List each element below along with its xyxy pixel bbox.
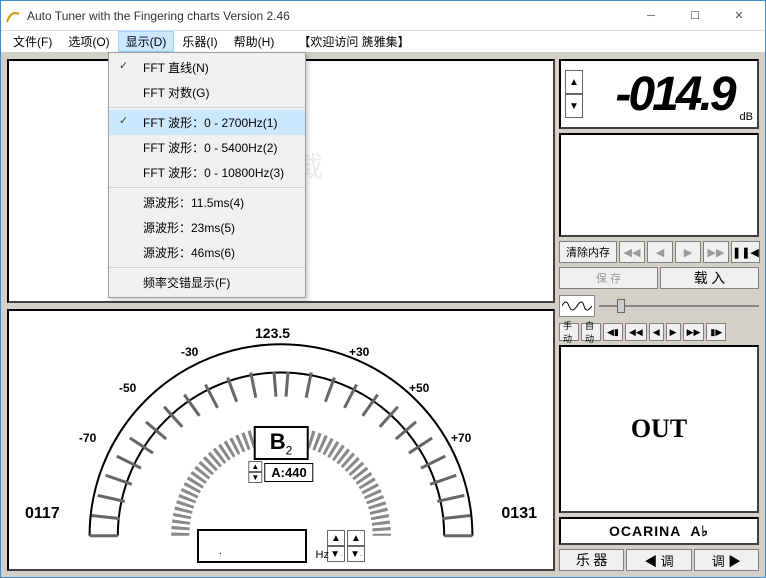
gauge-top-value: 123.5 bbox=[255, 325, 290, 341]
menu-instrument[interactable]: 乐器(I) bbox=[174, 31, 225, 52]
dd-fft-wave-2[interactable]: FFT 波形：0 - 5400Hz(2) bbox=[109, 135, 305, 160]
output-display: OUT bbox=[559, 345, 759, 513]
pause-back-button[interactable]: ❚❚◀ bbox=[731, 241, 760, 263]
check-icon: ✓ bbox=[119, 59, 128, 72]
dd-freq-cross[interactable]: 频率交错显示(F) bbox=[109, 270, 305, 295]
menu-help[interactable]: 帮助(H) bbox=[226, 31, 283, 52]
waveform-icon bbox=[559, 295, 595, 317]
skip-fwd-button[interactable]: ▮▶ bbox=[706, 323, 726, 341]
gauge-minus-50: -50 bbox=[119, 381, 136, 395]
tune-right-button[interactable]: 调 ▶ bbox=[694, 549, 759, 571]
hz-up-2[interactable]: ▲ bbox=[347, 530, 365, 546]
a-ref-up[interactable]: ▲ bbox=[248, 461, 262, 472]
gauge-right-freq: 0131 bbox=[501, 505, 537, 523]
hz-down-1[interactable]: ▼. bbox=[327, 546, 345, 562]
hz-display: . bbox=[197, 529, 307, 563]
dd-fft-wave-1[interactable]: ✓FFT 波形：0 - 2700Hz(1) bbox=[109, 110, 305, 135]
next-button[interactable]: ▶ bbox=[675, 241, 701, 263]
slider-thumb[interactable] bbox=[617, 299, 625, 313]
next-small-button[interactable]: ▶ bbox=[666, 323, 681, 341]
menu-display[interactable]: 显示(D) bbox=[118, 31, 175, 52]
rewind-button[interactable]: ◀◀ bbox=[619, 241, 645, 263]
window-title: Auto Tuner with the Fingering charts Ver… bbox=[27, 9, 629, 23]
check-icon: ✓ bbox=[119, 114, 128, 127]
gauge-left-freq: 0117 bbox=[25, 505, 60, 523]
tuning-gauge: 123.5 -30 +30 -50 +50 -70 +70 0117 0131 … bbox=[7, 309, 555, 571]
note-display: B2 bbox=[254, 426, 309, 460]
save-button[interactable]: 保 存 bbox=[559, 267, 658, 289]
forward-button[interactable]: ▶▶ bbox=[703, 241, 729, 263]
level-down-button[interactable]: ▼ bbox=[565, 94, 583, 118]
level-up-button[interactable]: ▲ bbox=[565, 70, 583, 94]
instrument-button[interactable]: 乐 器 bbox=[559, 549, 624, 571]
gauge-plus-30: +30 bbox=[349, 345, 369, 359]
dd-fft-log[interactable]: FFT 对数(G) bbox=[109, 80, 305, 105]
hz-label: Hz bbox=[316, 549, 329, 561]
gauge-minus-70: -70 bbox=[79, 431, 96, 445]
hz-down-2[interactable]: ▼. bbox=[347, 546, 365, 562]
menu-options[interactable]: 选项(O) bbox=[60, 31, 117, 52]
gauge-plus-50: +50 bbox=[409, 381, 429, 395]
dd-fft-line[interactable]: ✓FFT 直线(N) bbox=[109, 55, 305, 80]
menu-file[interactable]: 文件(F) bbox=[5, 31, 60, 52]
app-icon bbox=[5, 8, 21, 24]
gauge-plus-70: +70 bbox=[451, 431, 471, 445]
dd-src-wave-3[interactable]: 源波形：46ms(6) bbox=[109, 240, 305, 265]
forward-small-button[interactable]: ▶▶ bbox=[683, 323, 705, 341]
dd-src-wave-2[interactable]: 源波形：23ms(5) bbox=[109, 215, 305, 240]
memory-display bbox=[559, 133, 759, 237]
level-unit: dB bbox=[740, 111, 753, 123]
prev-small-button[interactable]: ◀ bbox=[649, 323, 664, 341]
hz-up-1[interactable]: ▲ bbox=[327, 530, 345, 546]
dd-src-wave-1[interactable]: 源波形：11.5ms(4) bbox=[109, 190, 305, 215]
mode-manual-button[interactable]: 手 动 bbox=[559, 323, 579, 341]
mode-auto-button[interactable]: 自 动 bbox=[581, 323, 601, 341]
close-button[interactable]: ✕ bbox=[717, 2, 761, 30]
instrument-display: OCARINA A♭ bbox=[559, 517, 759, 545]
rewind-small-button[interactable]: ◀◀ bbox=[625, 323, 647, 341]
maximize-button[interactable]: ☐ bbox=[673, 2, 717, 30]
clear-memory-button[interactable]: 清除内存 bbox=[559, 241, 617, 263]
level-meter: ▲ ▼ -014.9 dB bbox=[559, 59, 759, 129]
a-ref-down[interactable]: ▼ bbox=[248, 472, 262, 483]
load-button[interactable]: 载 入 bbox=[660, 267, 759, 289]
volume-slider[interactable] bbox=[599, 297, 759, 315]
menubar: 文件(F) 选项(O) 显示(D) 乐器(I) 帮助(H) 【欢迎访问 篪雅集】 bbox=[1, 31, 765, 53]
gauge-minus-30: -30 bbox=[181, 345, 198, 359]
prev-button[interactable]: ◀ bbox=[647, 241, 673, 263]
menu-visit-link[interactable]: 【欢迎访问 篪雅集】 bbox=[290, 31, 417, 52]
titlebar: Auto Tuner with the Fingering charts Ver… bbox=[1, 1, 765, 31]
display-dropdown: ✓FFT 直线(N) FFT 对数(G) ✓FFT 波形：0 - 2700Hz(… bbox=[108, 52, 306, 298]
level-value: -014.9 bbox=[587, 67, 736, 122]
skip-back-button[interactable]: ◀▮ bbox=[603, 323, 623, 341]
tune-left-button[interactable]: ◀ 调 bbox=[626, 549, 691, 571]
minimize-button[interactable]: ─ bbox=[629, 2, 673, 30]
dd-fft-wave-3[interactable]: FFT 波形：0 - 10800Hz(3) bbox=[109, 160, 305, 185]
a-reference: A:440 bbox=[264, 463, 313, 482]
